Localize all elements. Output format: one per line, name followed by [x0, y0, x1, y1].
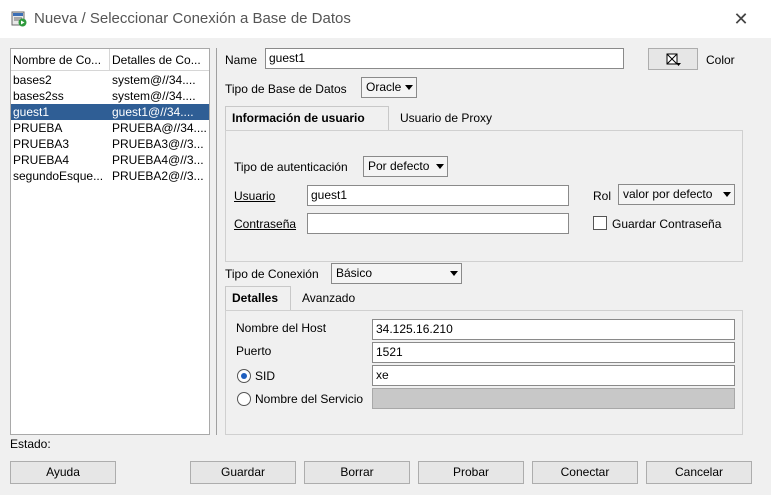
sid-label: SID — [255, 369, 276, 383]
chevron-down-icon — [723, 192, 731, 197]
column-header-details[interactable]: Detalles de Co... — [112, 53, 208, 67]
help-button[interactable]: Ayuda — [10, 461, 116, 484]
service-name-radio[interactable] — [237, 392, 251, 406]
test-button[interactable]: Probar — [418, 461, 524, 484]
tab-proxy-user[interactable]: Usuario de Proxy — [394, 107, 498, 131]
connection-name: bases2 — [13, 73, 52, 87]
port-label: Puerto — [236, 344, 272, 358]
connection-name: bases2ss — [13, 89, 64, 103]
user-field[interactable]: guest1 — [307, 185, 569, 206]
list-item[interactable]: PRUEBA4 PRUEBA4@//3... — [11, 152, 209, 168]
sid-field[interactable]: xe — [372, 365, 735, 386]
chevron-down-icon — [450, 271, 458, 276]
delete-button[interactable]: Borrar — [304, 461, 410, 484]
database-connection-icon — [11, 11, 27, 27]
help-button-label: Ayuda — [46, 465, 80, 479]
connection-details: PRUEBA3@//3... — [112, 137, 204, 151]
role-value: valor por defecto — [623, 187, 713, 201]
connection-details: PRUEBA2@//3... — [112, 169, 204, 183]
tab-user-info[interactable]: Información de usuario — [225, 106, 389, 130]
password-label: Contraseña — [234, 217, 297, 231]
list-item[interactable]: bases2 system@//34.... — [11, 72, 209, 88]
column-header-name[interactable]: Nombre de Co... — [13, 53, 108, 67]
save-password-label: Guardar Contraseña — [612, 217, 722, 231]
window-title: Nueva / Seleccionar Conexión a Base de D… — [34, 10, 351, 27]
password-field[interactable] — [307, 213, 569, 234]
connect-button-label: Conectar — [560, 465, 610, 479]
cancel-button[interactable]: Cancelar — [646, 461, 752, 484]
db-type-select[interactable]: Oracle — [361, 77, 417, 98]
connection-details: PRUEBA@//34.... — [112, 121, 207, 135]
list-header: Nombre de Co... Detalles de Co... — [11, 49, 209, 71]
color-label: Color — [706, 53, 735, 67]
name-label: Name — [225, 53, 258, 67]
tab-advanced[interactable]: Avanzado — [296, 287, 361, 311]
connection-details: PRUEBA4@//3... — [112, 153, 204, 167]
connections-list[interactable]: Nombre de Co... Detalles de Co... bases2… — [10, 48, 210, 435]
connection-name: guest1 — [13, 105, 50, 119]
connect-button[interactable]: Conectar — [532, 461, 638, 484]
color-button[interactable] — [648, 48, 698, 70]
conn-type-select[interactable]: Básico — [331, 263, 462, 284]
cancel-button-label: Cancelar — [674, 465, 724, 479]
auth-type-value: Por defecto — [368, 159, 430, 173]
db-type-value: Oracle — [366, 80, 402, 94]
list-item-selected[interactable]: guest1 guest1@//34.... — [11, 104, 209, 120]
delete-button-label: Borrar — [340, 465, 374, 479]
save-password-checkbox[interactable] — [593, 216, 607, 230]
connection-name: segundoEsque... — [13, 169, 104, 183]
connection-details: system@//34.... — [112, 89, 196, 103]
connection-name: PRUEBA — [13, 121, 63, 135]
tab-details[interactable]: Detalles — [225, 286, 291, 310]
auth-type-label: Tipo de autenticación — [234, 160, 348, 174]
name-field[interactable]: guest1 — [265, 48, 624, 69]
db-type-label: Tipo de Base de Datos — [225, 82, 347, 96]
splitter[interactable] — [216, 48, 217, 435]
status-label: Estado: — [10, 437, 51, 451]
role-label: Rol — [593, 189, 612, 203]
color-swatch-icon — [666, 53, 681, 66]
list-item[interactable]: segundoEsque... PRUEBA2@//3... — [11, 168, 209, 184]
auth-type-select[interactable]: Por defecto — [363, 156, 448, 177]
conn-type-value: Básico — [336, 266, 373, 280]
chevron-down-icon — [405, 85, 413, 90]
service-name-label: Nombre del Servicio — [255, 392, 364, 406]
chevron-down-icon — [436, 164, 444, 169]
role-select[interactable]: valor por defecto — [618, 184, 735, 205]
conn-type-label: Tipo de Conexión — [225, 267, 319, 281]
list-item[interactable]: PRUEBA PRUEBA@//34.... — [11, 120, 209, 136]
list-item[interactable]: bases2ss system@//34.... — [11, 88, 209, 104]
list-item[interactable]: PRUEBA3 PRUEBA3@//3... — [11, 136, 209, 152]
port-field[interactable]: 1521 — [372, 342, 735, 363]
user-label: Usuario — [234, 189, 276, 203]
test-button-label: Probar — [452, 465, 490, 479]
connection-name: PRUEBA4 — [13, 153, 70, 167]
host-field[interactable]: 34.125.16.210 — [372, 319, 735, 340]
save-button[interactable]: Guardar — [190, 461, 296, 484]
connection-details: guest1@//34.... — [112, 105, 194, 119]
save-button-label: Guardar — [220, 465, 266, 479]
host-label: Nombre del Host — [236, 321, 327, 335]
service-name-field[interactable] — [372, 388, 735, 409]
close-icon[interactable]: ✕ — [731, 9, 751, 29]
connection-details: system@//34.... — [112, 73, 196, 87]
sid-radio[interactable] — [237, 369, 251, 383]
connection-name: PRUEBA3 — [13, 137, 70, 151]
